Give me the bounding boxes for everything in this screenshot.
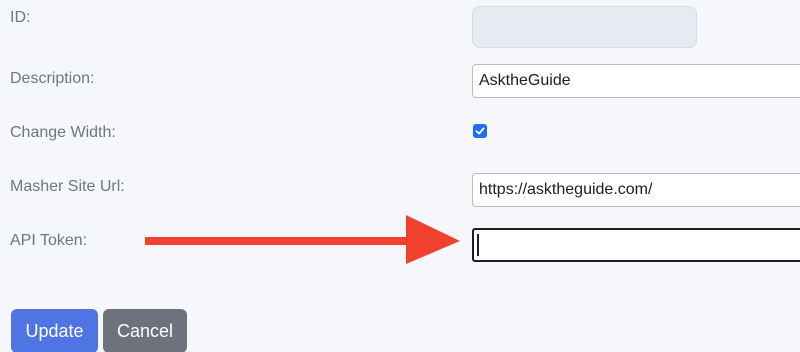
settings-form: ID: Description: Change Width: Masher Si… (0, 0, 800, 352)
arrow-right-icon (145, 215, 460, 264)
cancel-button[interactable]: Cancel (103, 309, 187, 352)
update-button[interactable]: Update (11, 309, 98, 352)
